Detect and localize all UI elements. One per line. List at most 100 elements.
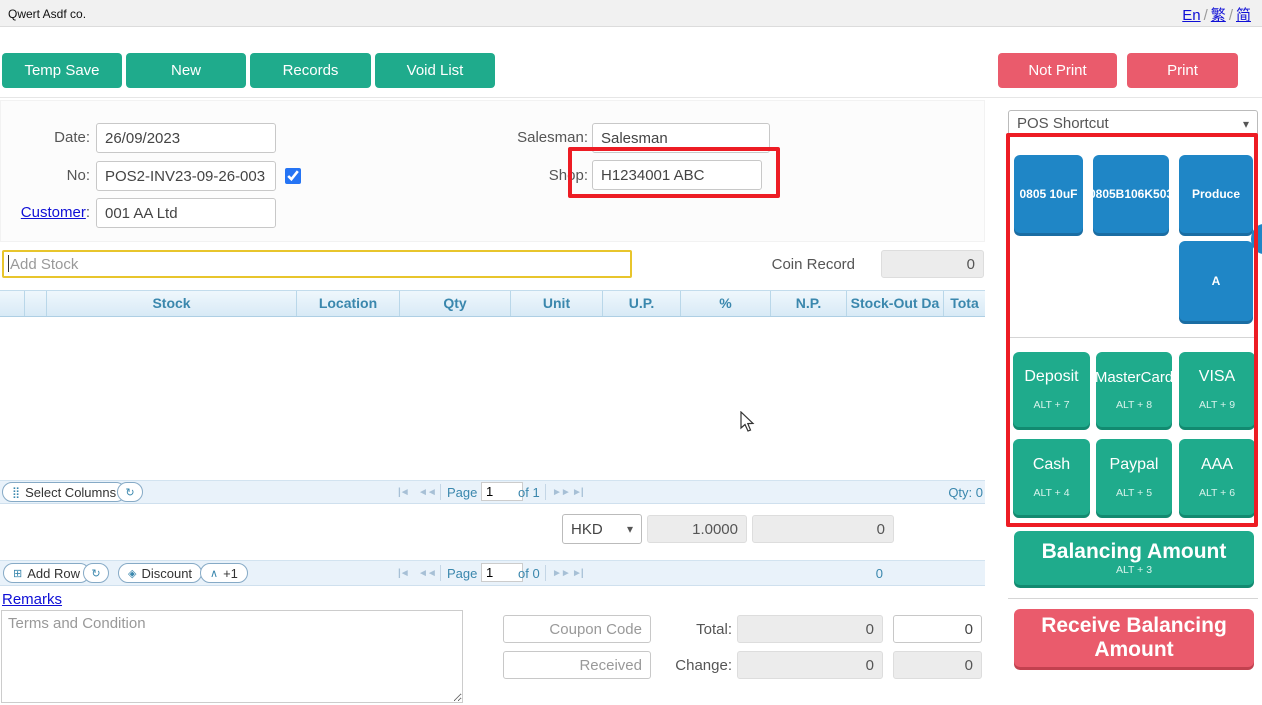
- invoice-no-input[interactable]: [96, 161, 276, 191]
- grid-icon: ⣿: [12, 486, 20, 499]
- col-stock-out-date[interactable]: Stock-Out Da: [847, 291, 944, 316]
- coin-record-label: Coin Record: [740, 256, 855, 273]
- discount-button[interactable]: ◈Discount: [118, 563, 202, 583]
- shortcut-produce-button[interactable]: Produce: [1179, 155, 1253, 233]
- aaa-button[interactable]: AAAALT + 6: [1179, 439, 1255, 515]
- paypal-label: Paypal: [1110, 456, 1159, 474]
- page-next-icon[interactable]: ►►: [552, 568, 570, 579]
- records-button[interactable]: Records: [250, 53, 371, 88]
- top-bar: [0, 0, 1262, 27]
- page-first-icon[interactable]: |◄: [398, 568, 409, 579]
- add-row-icon: ⊞: [13, 567, 22, 580]
- received-input[interactable]: [503, 651, 651, 679]
- customer-link[interactable]: Customer: [21, 204, 86, 221]
- col-percent[interactable]: %: [681, 291, 771, 316]
- page-of-text: of 0: [518, 566, 540, 581]
- shortcut-0805b106k503-button[interactable]: 0805B106K503: [1093, 155, 1169, 233]
- lang-en-link[interactable]: En: [1182, 7, 1200, 24]
- col-qty[interactable]: Qty: [400, 291, 511, 316]
- invoice-no-checkbox[interactable]: [285, 168, 301, 184]
- shortcut-a-button[interactable]: A: [1179, 241, 1253, 321]
- currency-select[interactable]: HKD▾: [562, 514, 642, 544]
- cash-shortcut: ALT + 4: [1033, 487, 1069, 499]
- plus-one-label: +1: [223, 566, 238, 581]
- page-first-icon[interactable]: |◄: [398, 487, 409, 498]
- customer-input[interactable]: [96, 198, 276, 228]
- add-row-button[interactable]: ⊞Add Row: [3, 563, 90, 583]
- remarks-link[interactable]: Remarks: [2, 591, 62, 608]
- terms-textarea[interactable]: [1, 610, 463, 703]
- sidebar-divider: [1008, 598, 1258, 599]
- no-label: No:: [10, 167, 90, 184]
- language-switcher: En/繁/简: [1179, 4, 1254, 25]
- col-unit[interactable]: Unit: [511, 291, 603, 316]
- not-print-button[interactable]: Not Print: [998, 53, 1117, 88]
- page-next-icon[interactable]: ►►: [552, 487, 570, 498]
- col-select[interactable]: [0, 291, 25, 316]
- void-list-button[interactable]: Void List: [375, 53, 495, 88]
- rows-total-value: 0: [840, 566, 883, 581]
- mouse-cursor: [740, 411, 758, 433]
- page-prev-icon[interactable]: ◄◄: [418, 568, 436, 579]
- mastercard-button[interactable]: MasterCardALT + 8: [1096, 352, 1172, 427]
- mastercard-shortcut: ALT + 8: [1116, 399, 1152, 411]
- page-label: Page: [447, 485, 477, 500]
- sidebar-divider: [1008, 337, 1258, 338]
- total-input: [737, 615, 883, 643]
- collapse-plus-one-button[interactable]: ∧+1: [200, 563, 248, 583]
- add-stock-input[interactable]: [2, 250, 632, 278]
- new-button[interactable]: New: [126, 53, 246, 88]
- change-foreign-input: [893, 651, 982, 679]
- col-location[interactable]: Location: [297, 291, 400, 316]
- print-button[interactable]: Print: [1127, 53, 1238, 88]
- col-np[interactable]: N.P.: [771, 291, 847, 316]
- salesman-input[interactable]: [592, 123, 770, 153]
- lang-separator: /: [1204, 7, 1208, 24]
- date-input[interactable]: [96, 123, 276, 153]
- shop-label: Shop:: [508, 167, 588, 184]
- total-foreign-input[interactable]: [893, 615, 982, 643]
- page-last-icon[interactable]: ►|: [572, 487, 583, 498]
- paypal-button[interactable]: Paypal ALT + 5: [1096, 439, 1172, 515]
- shortcut-0805-10uf-button[interactable]: 0805 10uF: [1014, 155, 1083, 233]
- shop-input[interactable]: [592, 160, 762, 190]
- currency-code: HKD: [571, 521, 603, 538]
- col-total[interactable]: Tota: [944, 291, 985, 316]
- lang-traditional-link[interactable]: 繁: [1211, 7, 1226, 24]
- refresh-rows-button[interactable]: ↻: [83, 563, 109, 583]
- page-input[interactable]: [481, 482, 523, 501]
- total-label: Total:: [660, 621, 732, 638]
- deposit-label: Deposit: [1024, 368, 1078, 386]
- coupon-code-input[interactable]: [503, 615, 651, 643]
- cash-button[interactable]: CashALT + 4: [1013, 439, 1090, 515]
- page-prev-icon[interactable]: ◄◄: [418, 487, 436, 498]
- page-input[interactable]: [481, 563, 523, 582]
- deposit-shortcut: ALT + 7: [1033, 399, 1069, 411]
- customer-colon: :: [86, 204, 90, 221]
- col-row-action[interactable]: [25, 291, 47, 316]
- select-columns-button[interactable]: ⣿Select Columns: [2, 482, 126, 502]
- receive-balancing-amount-button[interactable]: Receive Balancing Amount: [1014, 609, 1254, 667]
- pagination-divider: [440, 565, 441, 581]
- date-label: Date:: [10, 129, 90, 146]
- temp-save-button[interactable]: Temp Save: [2, 53, 122, 88]
- lang-simplified-link[interactable]: 简: [1236, 7, 1251, 24]
- qty-summary: Qty: 0: [940, 485, 983, 500]
- exchange-rate-input: [647, 515, 747, 543]
- balancing-amount-button[interactable]: Balancing AmountALT + 3: [1014, 531, 1254, 585]
- page-last-icon[interactable]: ►|: [572, 568, 583, 579]
- pos-invoice-screen: Qwert Asdf co. En/繁/简 Temp Save New Reco…: [0, 0, 1262, 705]
- col-stock[interactable]: Stock: [47, 291, 297, 316]
- paypal-shortcut: ALT + 5: [1116, 487, 1152, 499]
- visa-button[interactable]: VISAALT + 9: [1179, 352, 1255, 427]
- pos-shortcut-select[interactable]: POS Shortcut▾: [1008, 110, 1258, 137]
- chevron-down-icon: ▾: [1243, 117, 1249, 131]
- aaa-label: AAA: [1201, 456, 1233, 474]
- toolbar-divider: [0, 97, 1262, 98]
- change-label: Change:: [660, 657, 732, 674]
- deposit-button[interactable]: Deposit ALT + 7: [1013, 352, 1090, 427]
- col-up[interactable]: U.P.: [603, 291, 681, 316]
- company-name: Qwert Asdf co.: [8, 7, 86, 21]
- change-input: [737, 651, 883, 679]
- refresh-grid-button[interactable]: ↻: [117, 482, 143, 502]
